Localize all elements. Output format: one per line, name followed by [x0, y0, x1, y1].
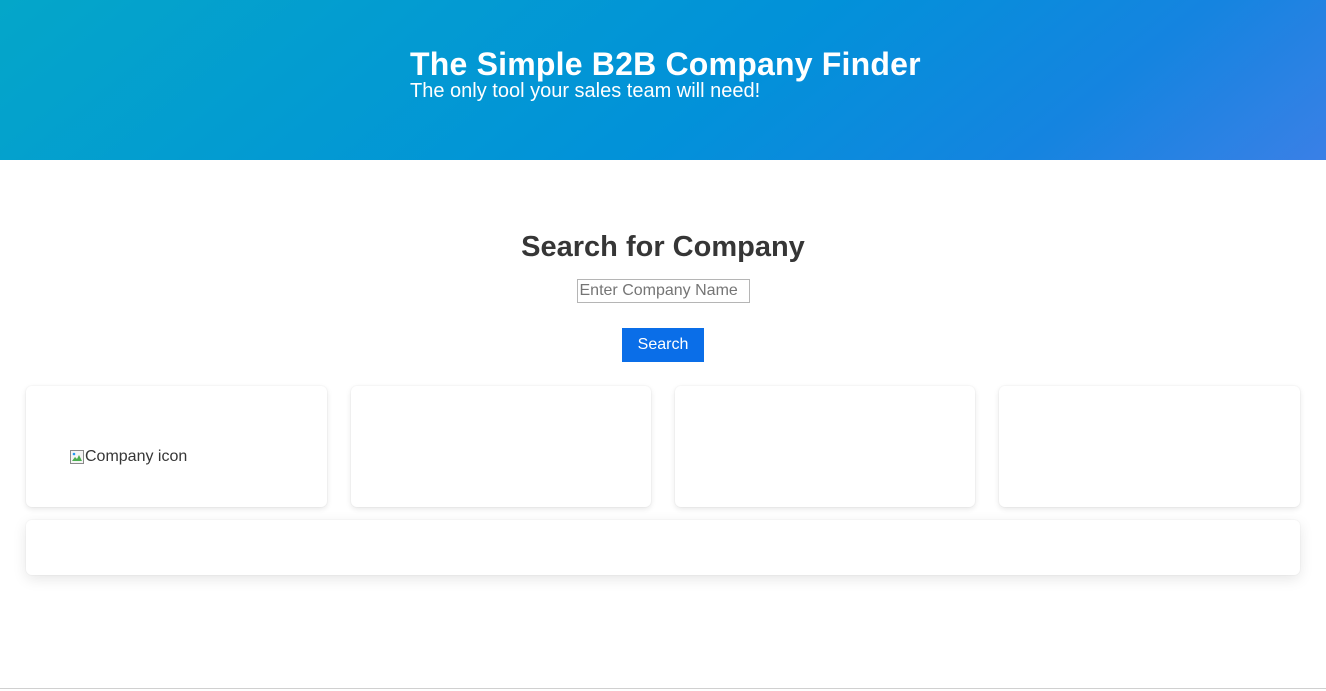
page-bottom-divider: [0, 688, 1326, 689]
company-image-alt-text: Company icon: [85, 448, 188, 465]
broken-image-icon: [69, 449, 85, 465]
company-details-card: [26, 520, 1300, 575]
company-card-1: Company icon: [26, 386, 327, 507]
hero-content: The Simple B2B Company Finder The only t…: [410, 44, 921, 104]
company-card-4: [999, 386, 1300, 507]
company-card-2: [351, 386, 651, 507]
search-button[interactable]: Search: [622, 328, 704, 362]
company-search-input[interactable]: [576, 279, 750, 303]
search-section: Search for Company Search: [0, 228, 1326, 362]
company-card-3: [675, 386, 975, 507]
company-image: Company icon: [69, 448, 187, 466]
hero-banner: The Simple B2B Company Finder The only t…: [0, 0, 1326, 160]
search-heading: Search for Company: [521, 231, 805, 263]
